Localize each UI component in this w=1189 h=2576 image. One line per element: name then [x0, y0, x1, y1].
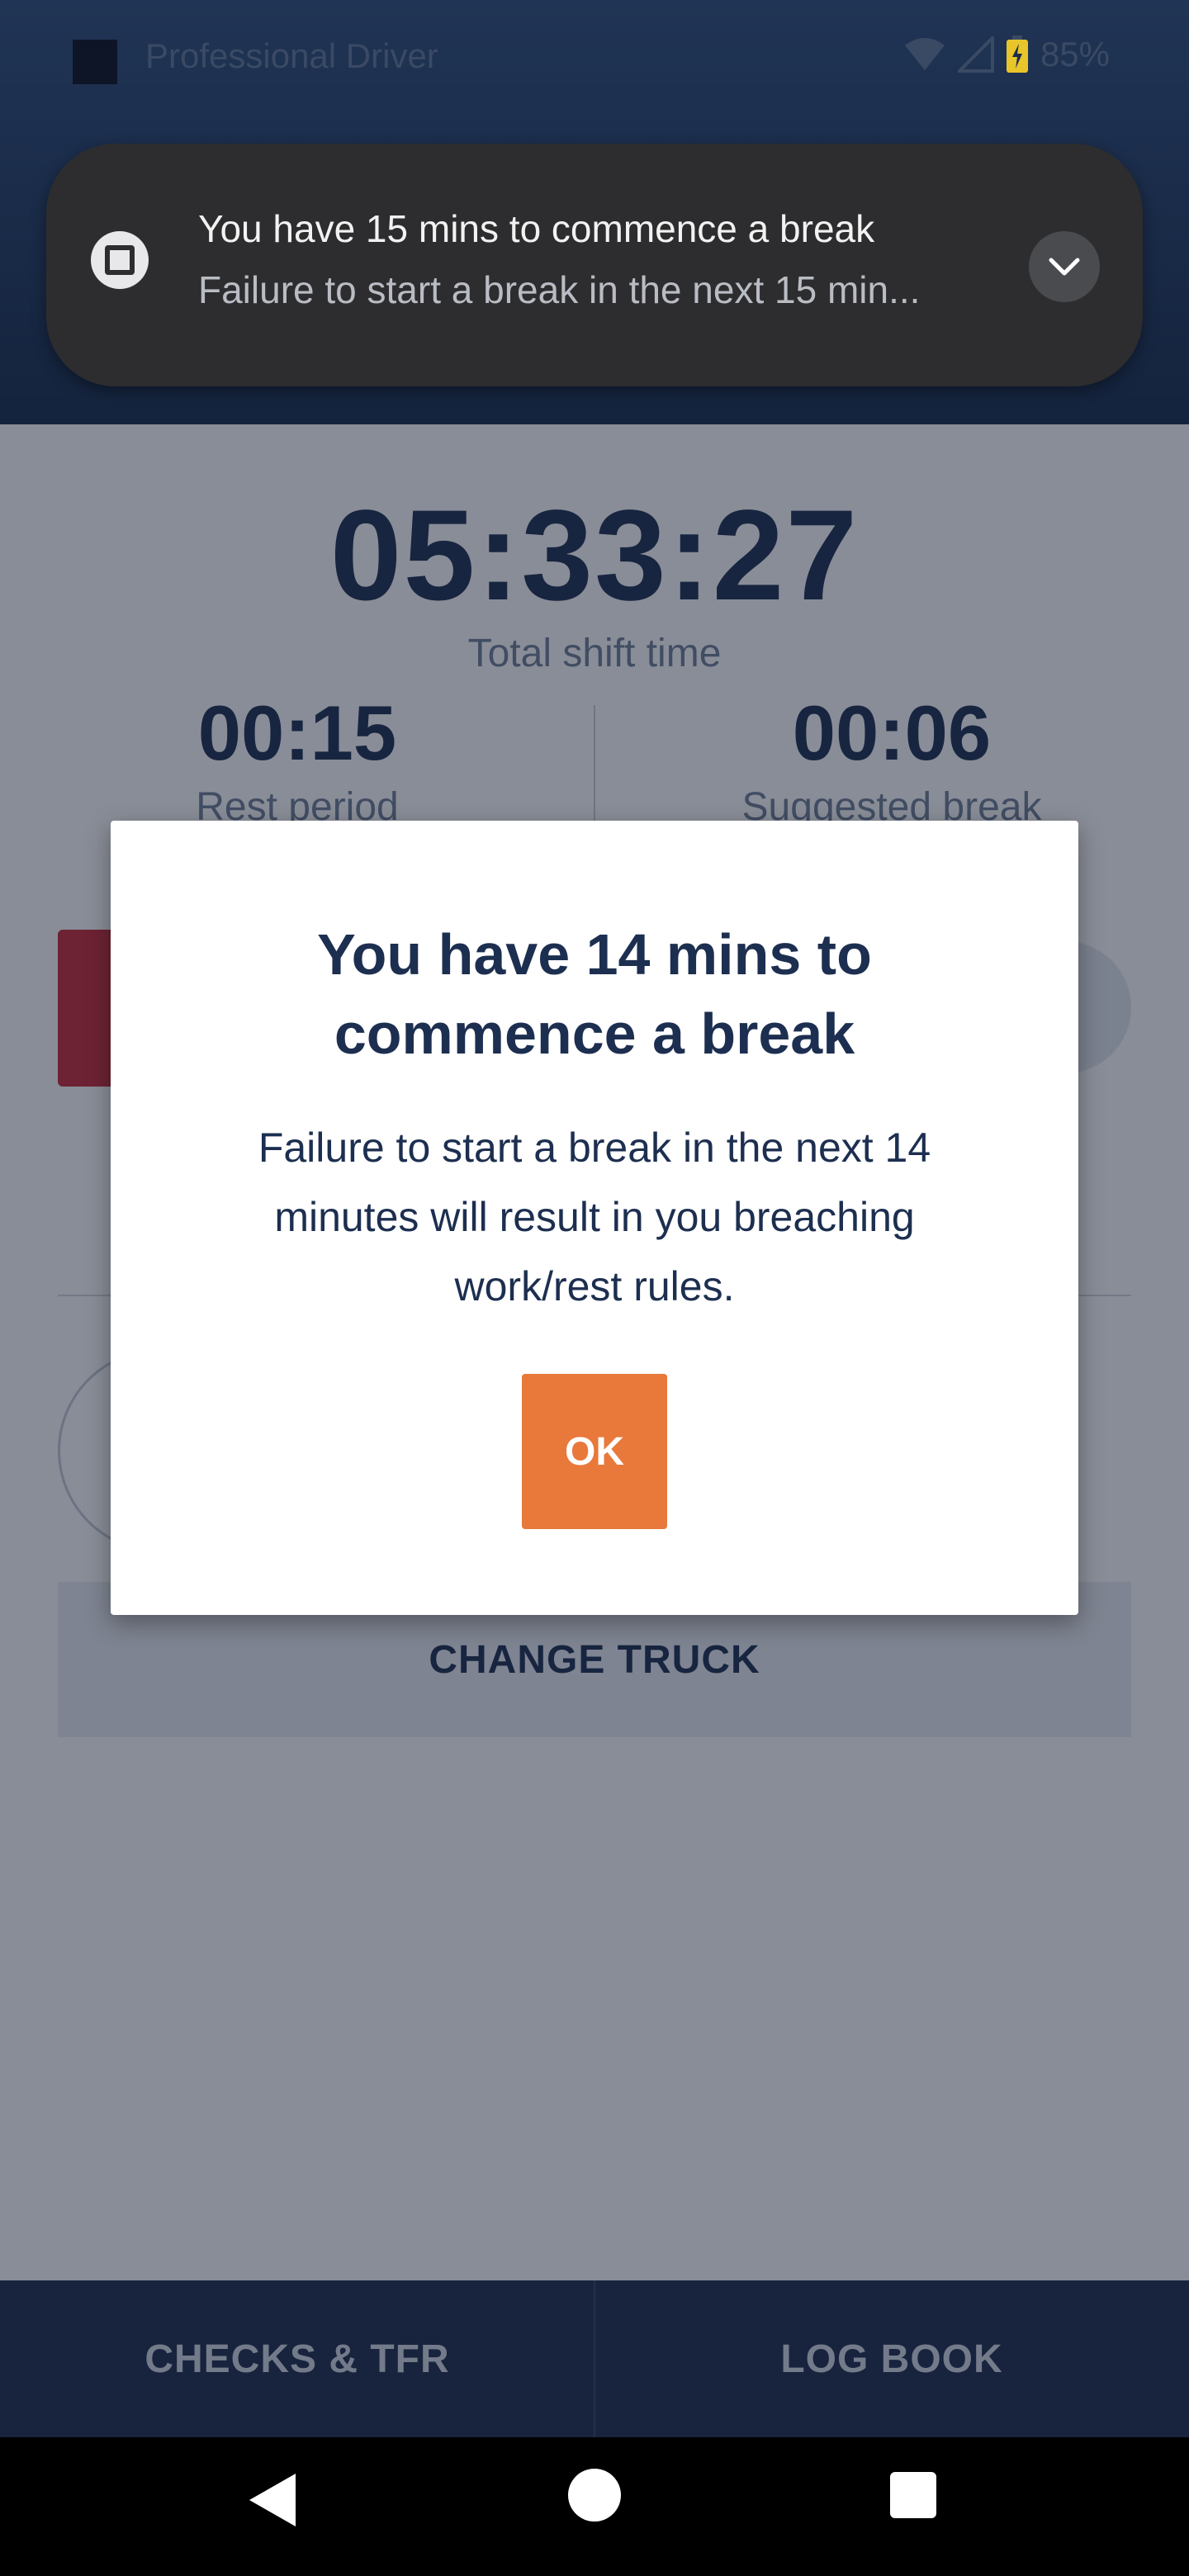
heads-up-notification[interactable]: You have 15 mins to commence a break Fai…: [46, 144, 1143, 386]
chevron-down-icon[interactable]: [1029, 231, 1100, 302]
status-icons: 85%: [903, 35, 1110, 74]
notification-text: Failure to start a break in the next 15 …: [198, 268, 921, 311]
battery-percentage: 85%: [1040, 35, 1110, 73]
status-app-name: Professional Driver: [145, 36, 438, 75]
back-icon[interactable]: [249, 2474, 296, 2526]
battery-charging-icon: [1006, 36, 1028, 73]
app-notification-icon: [91, 231, 149, 289]
app-square-icon: [73, 40, 117, 84]
home-icon[interactable]: [568, 2469, 621, 2522]
dialog-title: You have 14 mins to commence a break: [317, 922, 872, 1066]
recents-icon[interactable]: [890, 2472, 936, 2518]
break-warning-dialog: You have 14 mins to commence a break Fai…: [111, 821, 1078, 1615]
dialog-message: Failure to start a break in the next 14 …: [258, 1125, 931, 1309]
notification-title: You have 15 mins to commence a break: [198, 207, 875, 250]
status-bar: Professional Driver 85%: [0, 0, 1189, 116]
cell-signal-icon: [957, 36, 994, 73]
ok-button[interactable]: OK: [522, 1374, 667, 1529]
wifi-icon: [904, 38, 945, 70]
